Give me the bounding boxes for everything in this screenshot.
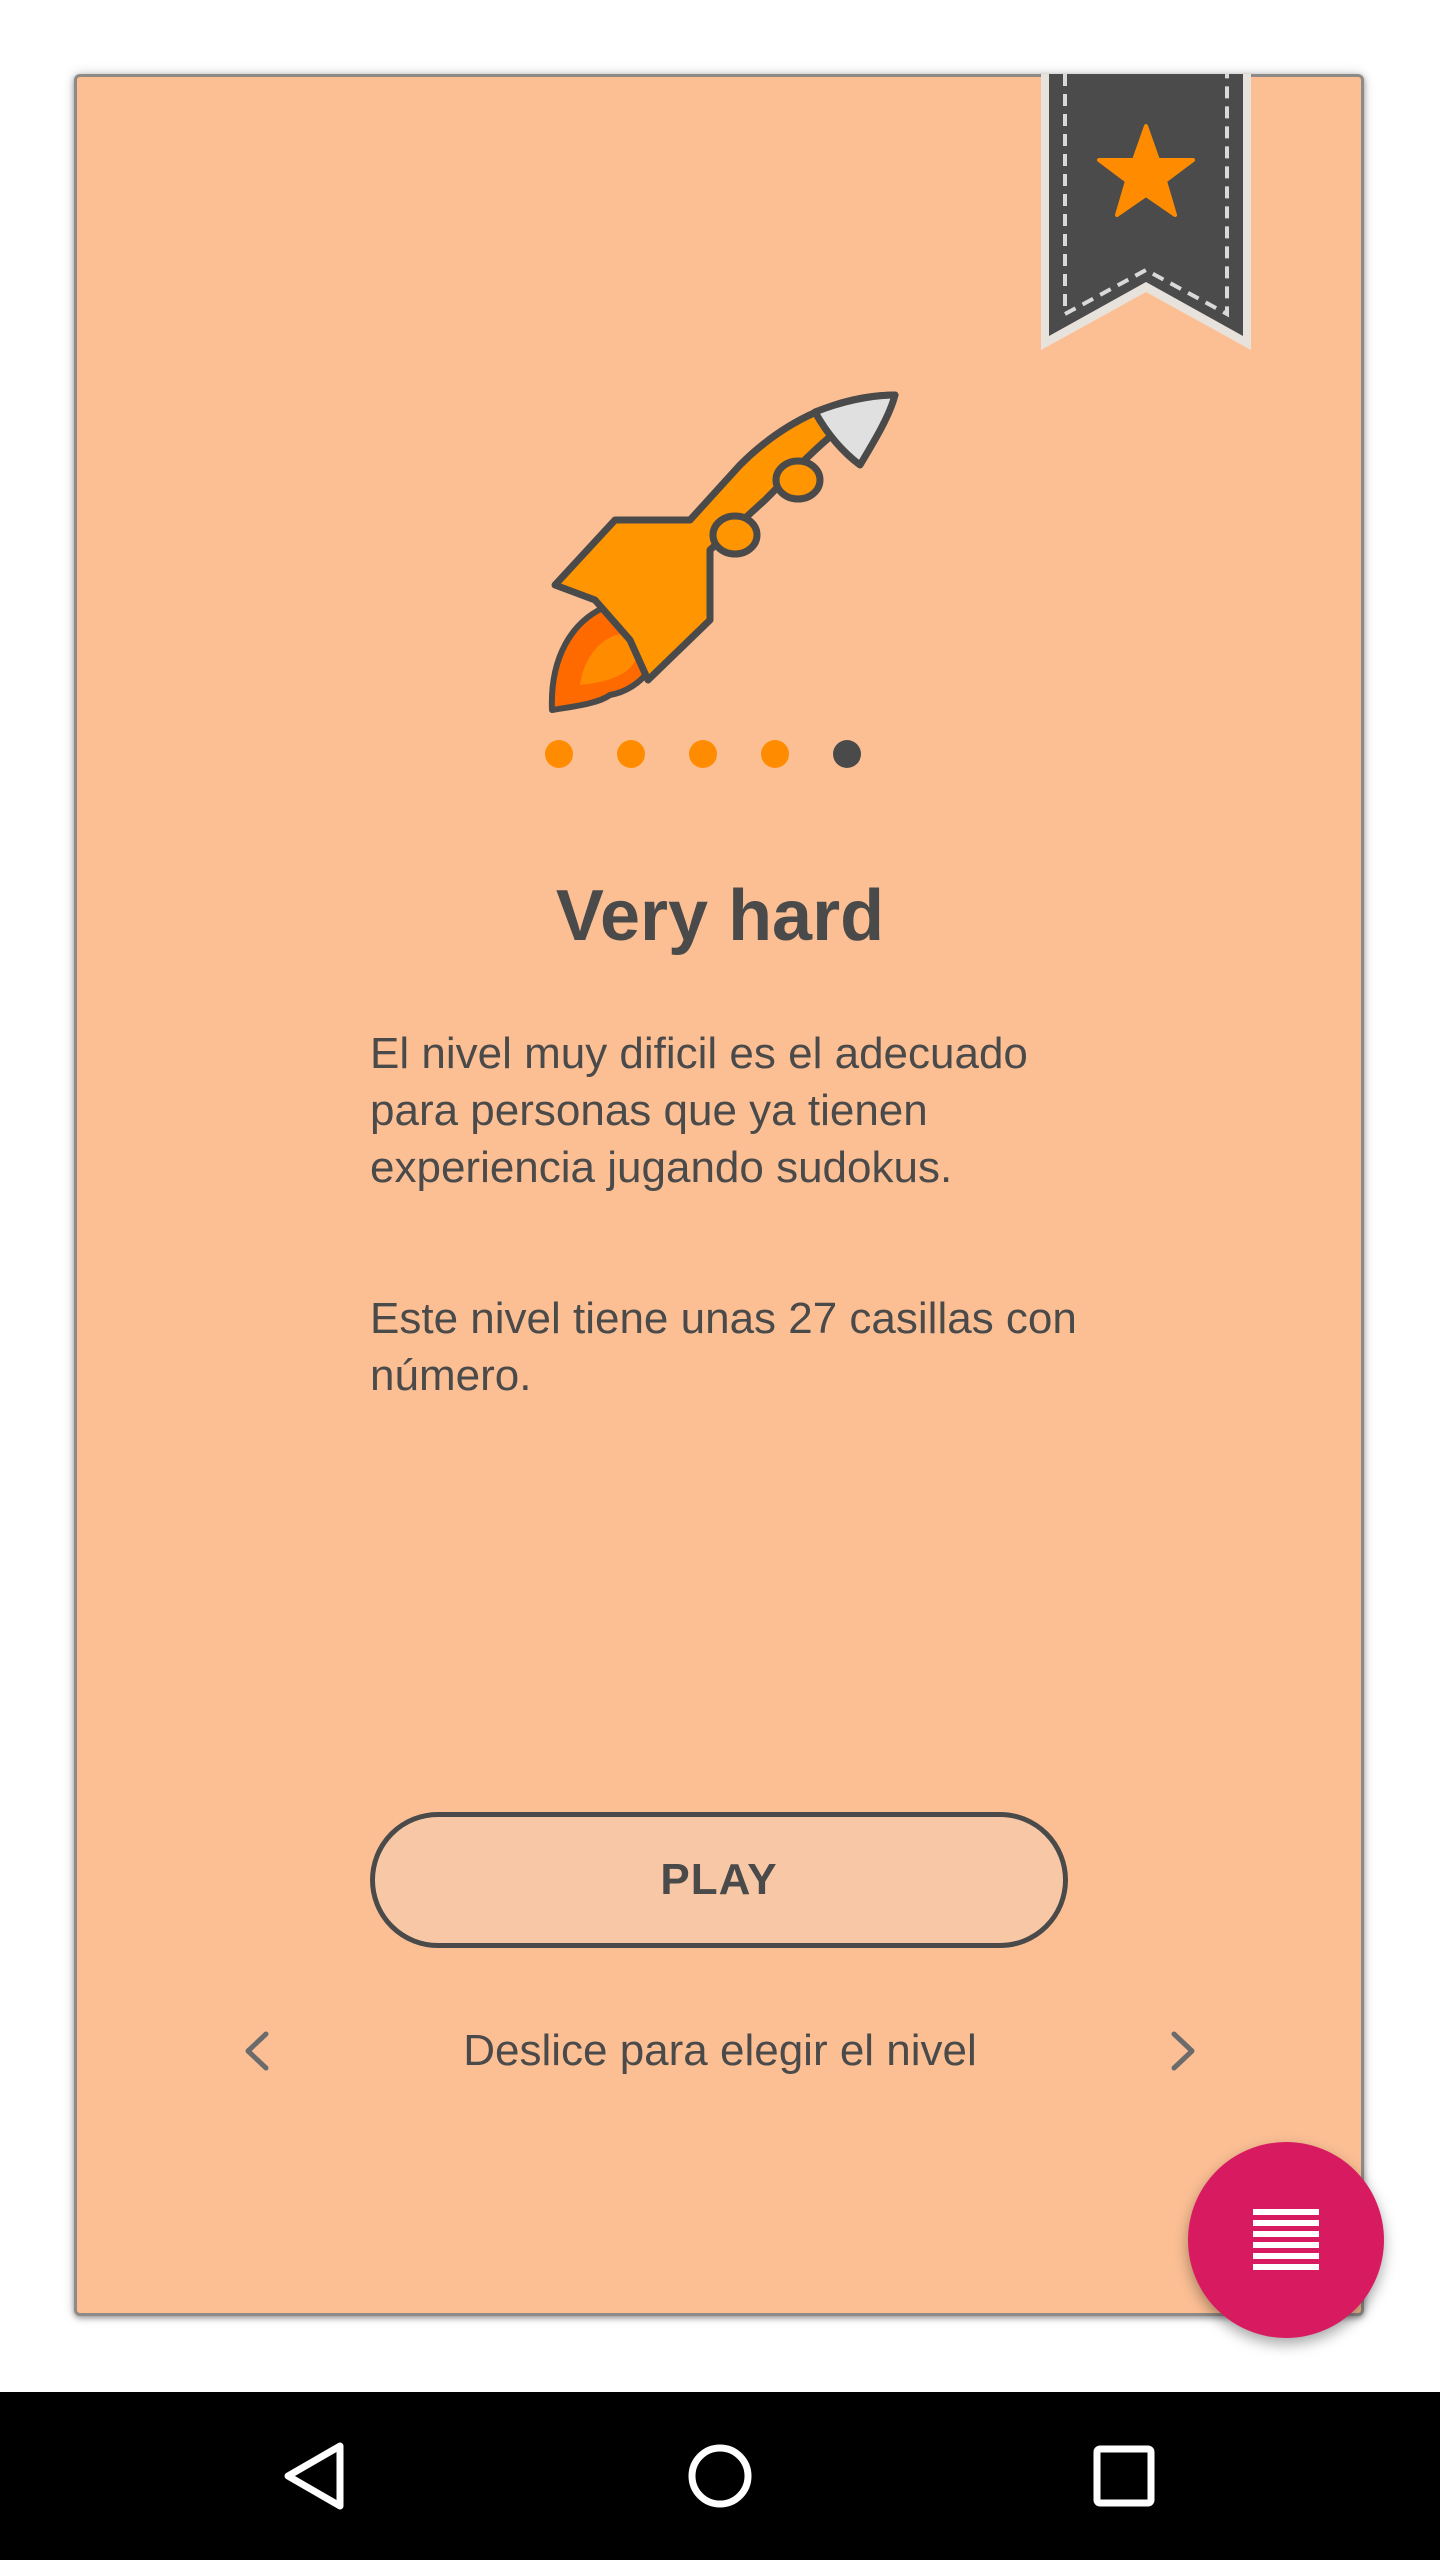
page-indicator <box>545 740 895 768</box>
level-cell-count: Este nivel tiene unas 27 casillas con nú… <box>370 1294 1077 1400</box>
back-triangle-icon[interactable] <box>274 2434 358 2518</box>
page-dot-active <box>833 740 861 768</box>
play-button[interactable]: PLAY <box>370 1812 1068 1948</box>
swipe-hint: Deslice para elegir el nivel <box>463 2026 977 2075</box>
recent-square-icon[interactable] <box>1082 2434 1166 2518</box>
chevron-right-icon[interactable] <box>1158 2026 1208 2076</box>
home-circle-icon[interactable] <box>678 2434 762 2518</box>
page-dot <box>617 740 645 768</box>
rocket-icon <box>548 391 899 713</box>
level-title: Very hard <box>555 876 885 956</box>
list-icon <box>1253 2209 1319 2270</box>
level-description: El nivel muy dificil es el adecuado para… <box>370 1029 1028 1192</box>
bookmark-star-icon <box>1041 74 1251 350</box>
swipe-hint-row: Deslice para elegir el nivel <box>0 2016 1440 2086</box>
page-dot <box>545 740 573 768</box>
page-dot <box>761 740 789 768</box>
menu-fab-button[interactable] <box>1188 2142 1384 2338</box>
page-dot <box>689 740 717 768</box>
system-nav-bar <box>0 2392 1440 2560</box>
